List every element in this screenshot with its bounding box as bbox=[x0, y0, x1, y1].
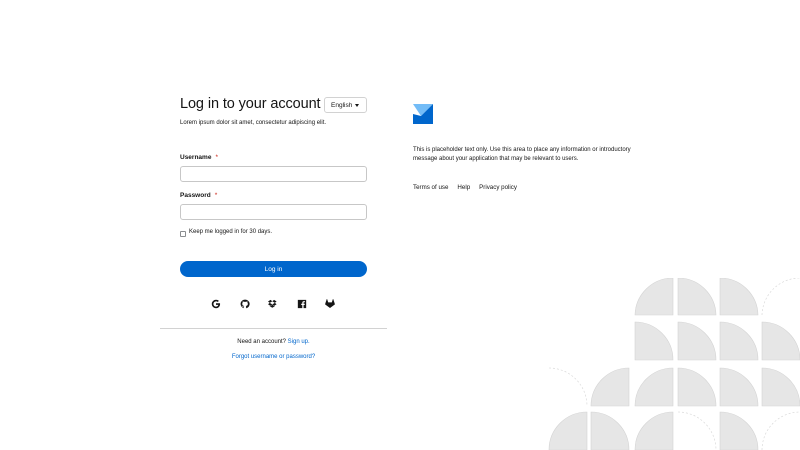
username-input[interactable] bbox=[180, 166, 367, 182]
login-header: Log in to your account English bbox=[180, 96, 367, 116]
facebook-icon bbox=[297, 299, 307, 309]
language-select-value: English bbox=[331, 102, 353, 109]
required-marker: * bbox=[215, 154, 218, 161]
signup-link[interactable]: Sign up. bbox=[288, 339, 310, 345]
password-input[interactable] bbox=[180, 204, 367, 220]
required-marker: * bbox=[214, 192, 218, 199]
gitlab-login-button[interactable] bbox=[324, 298, 336, 310]
password-label: Password * bbox=[180, 192, 217, 199]
info-text: This is placeholder text only. Use this … bbox=[413, 147, 631, 162]
google-login-button[interactable] bbox=[210, 298, 222, 310]
privacy-policy-link[interactable]: Privacy policy bbox=[479, 184, 517, 191]
github-icon bbox=[240, 299, 250, 309]
signup-line: Need an account? Sign up. bbox=[160, 339, 387, 345]
brand-logo-icon bbox=[413, 104, 433, 124]
google-icon bbox=[211, 299, 221, 309]
caret-down-icon bbox=[355, 104, 359, 107]
language-select[interactable]: English bbox=[324, 97, 367, 113]
social-login-row bbox=[180, 298, 367, 310]
background-pattern bbox=[548, 278, 800, 450]
github-login-button[interactable] bbox=[239, 298, 251, 310]
forgot-credentials-row: Forgot username or password? bbox=[160, 354, 387, 360]
password-label-text: Password bbox=[180, 192, 211, 199]
help-link[interactable]: Help bbox=[457, 184, 470, 191]
facebook-login-button[interactable] bbox=[296, 298, 308, 310]
keep-logged-in-label[interactable]: Keep me logged in for 30 days. bbox=[189, 229, 272, 235]
username-label-text: Username bbox=[180, 154, 212, 161]
username-label: Username * bbox=[180, 154, 218, 161]
signup-prompt: Need an account? bbox=[237, 339, 286, 345]
page-title: Log in to your account bbox=[180, 96, 321, 112]
dropbox-login-button[interactable] bbox=[267, 298, 279, 310]
divider bbox=[160, 328, 387, 329]
dropbox-icon bbox=[268, 299, 277, 308]
forgot-credentials-link[interactable]: Forgot username or password? bbox=[232, 354, 315, 360]
keep-logged-in-checkbox[interactable] bbox=[180, 230, 186, 237]
terms-of-use-link[interactable]: Terms of use bbox=[413, 184, 448, 191]
login-subtitle: Lorem ipsum dolor sit amet, consectetur … bbox=[180, 120, 327, 126]
gitlab-icon bbox=[325, 299, 335, 308]
login-button[interactable]: Log in bbox=[180, 261, 367, 277]
footer-links: Terms of use Help Privacy policy bbox=[413, 184, 526, 193]
